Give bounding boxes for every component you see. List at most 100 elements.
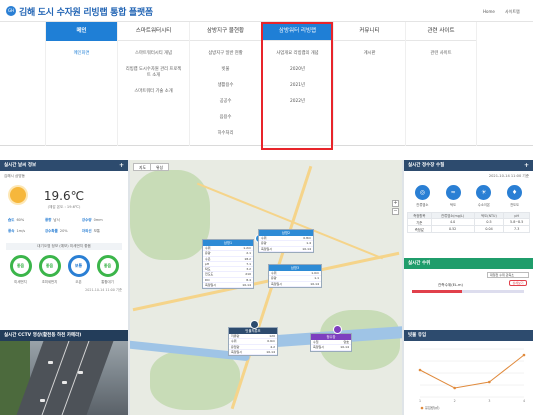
air-ring: 좋음 — [38, 255, 61, 277]
rain-inflow-header: 빗물 유입 — [404, 330, 533, 341]
turbidity-icon: ≈ — [445, 185, 461, 200]
car — [62, 381, 67, 384]
temperature-block: 19.6℃ (체감 온도 : 19.6℃) — [0, 179, 128, 213]
legend-label: 유입량(㎥) — [425, 405, 439, 410]
menu-head-livinglab[interactable]: 삼방워터 리빙랩 — [262, 22, 333, 41]
map-popup-reservoir[interactable]: 빗물저류조 저류량 120 수위 0.6m 유입량 4.2 측정일시 10-14 — [228, 327, 278, 357]
water-quality-title: 실시간 정수장 수질 — [408, 163, 445, 168]
weather-stat: 풍향 남서 — [44, 218, 60, 222]
menu-item-main-screen[interactable]: 메인화면 — [46, 51, 117, 57]
map-pin-icon[interactable] — [333, 325, 342, 334]
weather-stat: 풍속 1m/s — [8, 229, 26, 233]
zoom-out-icon[interactable]: − — [392, 208, 399, 215]
map-pin-icon[interactable] — [250, 320, 259, 329]
expand-icon[interactable]: + — [524, 160, 529, 171]
weather-stat: 자외선 보통 — [81, 229, 101, 233]
weather-stat: 강수확률 20% — [44, 229, 68, 233]
tick-label: 1 — [419, 399, 421, 403]
cctv-video[interactable] — [0, 341, 128, 415]
menu-item-sewage[interactable]: 하수처리 — [190, 131, 261, 137]
menu-smartwater: 스마트워터시티 스마트워터시티 개념 리빙랩 도시수자원 관리 프로젝트 소개 … — [117, 22, 189, 146]
map-view[interactable]: 지도 위성 + − 삼방1 수위 1.2m 유량 2.1 수온 18.2 pH 7.1 … — [130, 160, 402, 415]
tick-label: 3 — [488, 399, 490, 403]
logo-icon[interactable]: GH — [6, 6, 16, 16]
air-ring: 좋음 — [96, 255, 119, 277]
air-item: 좋음 미세먼지 — [8, 255, 34, 284]
menu-item-general[interactable]: 삼방지구 일반 현황 — [190, 51, 261, 57]
rain-inflow-panel: 빗물 유입 1 2 3 4 유입량(㎥) — [404, 330, 533, 415]
menu-item-drinking[interactable]: 음용수 — [190, 115, 261, 121]
menu-item-tech[interactable]: 스마트워터 기술 소개 — [118, 89, 189, 95]
water-icons: ◎ 잔류염소 ≈ 탁도 ☀ 수소이온 ♦ 전도도 — [404, 179, 533, 209]
air-ring: 보통 — [67, 255, 90, 277]
data-point — [488, 380, 491, 384]
station-select[interactable]: 대청천 수위 관측소 — [487, 272, 529, 278]
menu-item-rain[interactable]: 빗물 — [190, 67, 261, 73]
turbidity-metric: ≈ 탁도 — [439, 185, 467, 207]
weather-stat: 강수량 0mm — [81, 218, 103, 222]
level-bar — [412, 290, 524, 293]
air-item: 좋음 통합대기 — [95, 255, 121, 284]
map-popup-plant[interactable]: 정수장 수질 양호 측정일시 10-14 — [310, 333, 352, 352]
menu-head-status[interactable]: 삼방지구 물현황 — [190, 22, 261, 41]
rain-inflow-chart: 1 2 3 4 유입량(㎥) — [418, 348, 526, 410]
menu-item-2021[interactable]: 2021년 — [262, 83, 333, 89]
map-popup-station-3[interactable]: 삼방3 수위 1.0m 유량 1.1 측정일시 10-14 — [268, 264, 322, 288]
series-line — [419, 354, 525, 389]
mega-menu: 메인 메인화면 스마트워터시티 스마트워터시티 개념 리빙랩 도시수자원 관리 … — [0, 22, 533, 146]
map-tab-satellite[interactable]: 위성 — [150, 163, 169, 171]
level-label: 관측수위(EL.m) — [438, 283, 463, 287]
menu-head-smartwater[interactable]: 스마트워터시티 — [118, 22, 189, 41]
menu-item-concept[interactable]: 스마트워터시티 개념 — [118, 51, 189, 57]
menu-item-related-sites[interactable]: 관련 사이트 — [406, 51, 476, 57]
chlorine-icon: ◎ — [414, 185, 430, 200]
ph-icon: ☀ — [476, 185, 492, 200]
menu-item-living-water[interactable]: 생활용수 — [190, 83, 261, 89]
temperature-value: 19.6℃ — [43, 189, 85, 203]
menu-sambang-status: 삼방지구 물현황 삼방지구 일반 현황 빗물 생활용수 공공수 음용수 하수처리 — [189, 22, 261, 146]
water-level-title: 실시간 수위 — [408, 261, 431, 266]
weather-timestamp: 2021-10-14 11:00 기준 — [85, 288, 122, 292]
site-title[interactable]: 김해 도시 수자원 리빙랩 통합 플랫폼 — [19, 5, 153, 18]
map-popup-station-1[interactable]: 삼방1 수위 1.2m 유량 2.1 수온 18.2 pH 7.1 탁도 3.2 전도도 2… — [202, 239, 254, 290]
water-quality-panel: 실시간 정수장 수질 + 2021-10-14 11:00 기준 ◎ 잔류염소 ≈… — [404, 160, 533, 258]
car — [48, 361, 53, 364]
menu-head-main[interactable]: 메인 — [46, 22, 117, 41]
menu-head-community[interactable]: 커뮤니티 — [334, 22, 405, 41]
water-timestamp: 2021-10-14 11:00 기준 — [488, 174, 529, 178]
menu-main: 메인 메인화면 — [45, 22, 117, 146]
menu-head-related[interactable]: 관련 사이트 — [406, 22, 476, 41]
chlorine-metric: ◎ 잔류염소 — [408, 185, 436, 207]
cctv-header: 실시간 CCTV 영상(활천동 하천 카메라) — [0, 330, 128, 341]
menu-item-overview[interactable]: 사업개요 리빙랩의 개념 — [262, 51, 333, 57]
menu-item-2022[interactable]: 2022년 — [262, 99, 333, 105]
rain-inflow-title: 빗물 유입 — [408, 333, 427, 338]
menu-item-board[interactable]: 게시판 — [334, 51, 405, 57]
dashboard: 실시간 날씨 정보 + 김해시 삼방동 19.6℃ (체감 온도 : 19.6℃… — [0, 160, 533, 415]
cctv-title: 실시간 CCTV 영상(활천동 하천 카메라) — [4, 333, 82, 338]
water-quality-table: 측정항목 잔류염소(mg/L) 탁도(NTU) pH 기준 4.0 0.5 5.8~8.5 … — [407, 212, 530, 233]
cctv-panel: 실시간 CCTV 영상(활천동 하천 카메라) — [0, 330, 128, 415]
expand-icon[interactable]: + — [119, 160, 124, 171]
tick-label: 2 — [454, 399, 456, 403]
conductivity-metric: ♦ 전도도 — [501, 185, 529, 207]
water-quality-header: 실시간 정수장 수질 + — [404, 160, 533, 171]
zoom-in-icon[interactable]: + — [392, 200, 399, 207]
menu-item-public-water[interactable]: 공공수 — [190, 99, 261, 105]
sitemap-link[interactable]: 사이트맵 — [505, 9, 520, 15]
menu-item-project[interactable]: 리빙랩 도시수자원 관리 프로젝트 소개 — [118, 67, 189, 79]
air-item: 보통 오존 — [66, 255, 92, 284]
map-popup-station-2[interactable]: 삼방2 수위 0.8m 유량 1.4 측정일시 10-14 — [258, 229, 314, 253]
data-point — [522, 353, 526, 357]
air-quality-title: 대기오염 정보 (예보) 미세먼지 좋음 — [6, 243, 122, 250]
data-point — [418, 368, 422, 372]
weather-header: 실시간 날씨 정보 + — [0, 160, 128, 171]
table-row: 측정값 0.52 0.04 7.3 — [407, 225, 530, 233]
home-link[interactable]: Home — [483, 9, 495, 14]
ph-metric: ☀ 수소이온 — [470, 185, 498, 207]
map-tools: + − — [392, 200, 399, 216]
level-fill — [412, 290, 463, 293]
site-header: GH 김해 도시 수자원 리빙랩 통합 플랫폼 Home 사이트맵 — [0, 0, 533, 22]
detail-button[interactable]: 상세보기 — [509, 280, 527, 286]
menu-item-2020[interactable]: 2020년 — [262, 67, 333, 73]
